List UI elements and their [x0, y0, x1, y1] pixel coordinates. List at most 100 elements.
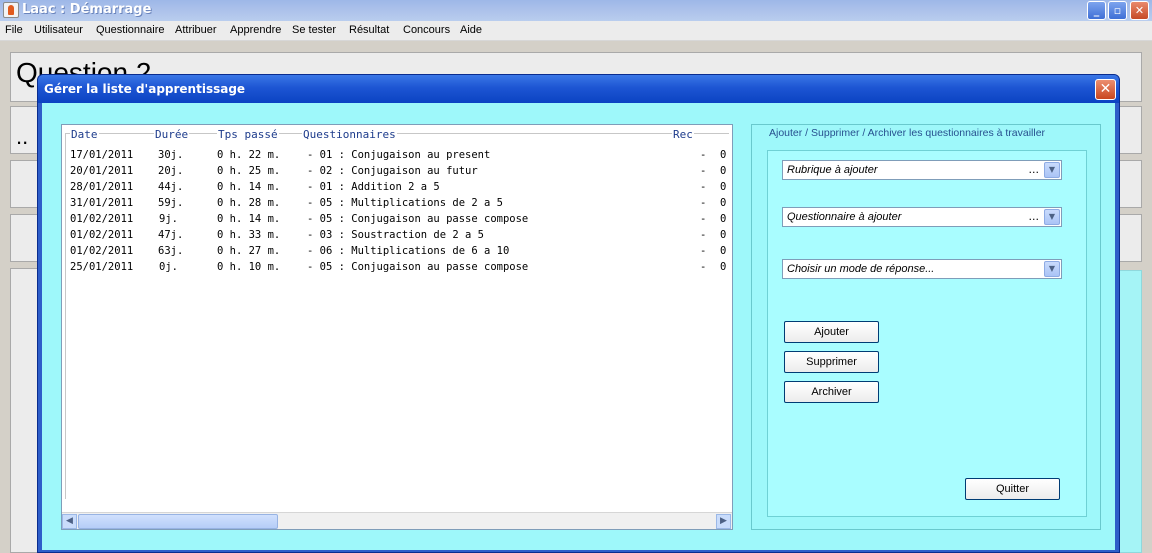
list-item[interactable]: 28/01/2011 44j. 0 h. 14 m. - 01 : Addition …	[62, 179, 732, 195]
list-item[interactable]: 17/01/2011 30j. 0 h. 22 m. - 01 : Conjugais…	[62, 147, 732, 163]
dialog-title: Gérer la liste d'apprentissage	[44, 82, 246, 96]
menu-utilisateur[interactable]: Utilisateur	[34, 24, 83, 36]
cell-rec-dash: -	[700, 229, 707, 241]
questionnaire-select-value: Questionnaire à ajouter	[787, 211, 902, 223]
java-app-icon	[3, 2, 19, 18]
list-item[interactable]: 31/01/2011 59j. 0 h. 28 m. - 05 : Multiplic…	[62, 195, 732, 211]
menu-attribuer[interactable]: Attribuer	[175, 24, 217, 36]
manage-learning-list-dialog: Gérer la liste d'apprentissage ✕ Date Du…	[37, 74, 1120, 553]
cell-rec-dash: -	[700, 197, 707, 209]
cell-tps-passe: 0 h. 25 m.	[217, 165, 281, 177]
mode-reponse-select-value: Choisir un mode de réponse...	[787, 263, 935, 275]
cell-questionnaire: - 01 : Addition 2 a 5	[307, 181, 440, 193]
scroll-left-arrow-icon[interactable]: ◀	[62, 514, 77, 529]
panel-legend: Ajouter / Supprimer / Archiver les quest…	[767, 127, 1048, 139]
list-item[interactable]: 01/02/2011 47j. 0 h. 33 m. - 03 : Soustract…	[62, 227, 732, 243]
questionnaire-select[interactable]: Questionnaire à ajouter ... ▼	[782, 207, 1062, 227]
list-item[interactable]: 01/02/2011 63j. 0 h. 27 m. - 06 : Multiplic…	[62, 243, 732, 259]
menu-resultat[interactable]: Résultat	[349, 24, 389, 36]
menu-apprendre[interactable]: Apprendre	[230, 24, 281, 36]
add-remove-archive-panel: Ajouter / Supprimer / Archiver les quest…	[751, 124, 1101, 530]
chevron-down-icon[interactable]: ▼	[1044, 162, 1060, 178]
cell-tps-passe: 0 h. 28 m.	[217, 197, 281, 209]
cell-date: 28/01/2011	[70, 181, 134, 193]
cell-date: 17/01/2011	[70, 149, 134, 161]
cell-questionnaire: - 05 : Conjugaison au passe compose	[307, 261, 529, 273]
panel-inner: Rubrique à ajouter ... ▼ Questionnaire à…	[767, 150, 1087, 517]
menu-concours[interactable]: Concours	[403, 24, 450, 36]
cell-rec: 0	[720, 165, 727, 177]
list-item[interactable]: 01/02/2011 9j. 0 h. 14 m. - 05 : Conjugaiso…	[62, 211, 732, 227]
dialog-close-button[interactable]: ✕	[1095, 79, 1116, 100]
menu-file[interactable]: File	[5, 24, 23, 36]
app-title: Laac : Démarrage	[22, 2, 152, 17]
cell-duree: 63j.	[158, 245, 184, 257]
mode-reponse-select[interactable]: Choisir un mode de réponse... ▼	[782, 259, 1062, 279]
minimize-button[interactable]: _	[1087, 1, 1106, 20]
col-header-rec: Rec	[672, 128, 694, 141]
dialog-body: Date Durée Tps passé Questionnaires Rec …	[42, 103, 1115, 550]
cell-tps-passe: 0 h. 22 m.	[217, 149, 281, 161]
questionnaire-ellipsis: ...	[1028, 210, 1040, 223]
maximize-button[interactable]: ▫	[1108, 1, 1127, 20]
cell-tps-passe: 0 h. 33 m.	[217, 229, 281, 241]
cell-date: 20/01/2011	[70, 165, 134, 177]
supprimer-button[interactable]: Supprimer	[784, 351, 879, 373]
scroll-thumb[interactable]	[78, 514, 278, 529]
cell-date: 25/01/2011	[70, 261, 134, 273]
cell-tps-passe: 0 h. 14 m.	[217, 181, 281, 193]
background-dots: ..	[16, 124, 29, 149]
cell-rec: 0	[720, 213, 727, 225]
cell-duree: 59j.	[158, 197, 184, 209]
menu-aide[interactable]: Aide	[460, 24, 482, 36]
menu-questionnaire[interactable]: Questionnaire	[96, 24, 165, 36]
cell-rec: 0	[720, 197, 727, 209]
scroll-right-arrow-icon[interactable]: ▶	[716, 514, 731, 529]
cell-rec-dash: -	[700, 245, 707, 257]
cell-questionnaire: - 03 : Soustraction de 2 a 5	[307, 229, 485, 241]
cell-rec: 0	[720, 149, 727, 161]
rubrique-ellipsis: ...	[1028, 163, 1040, 176]
cell-duree: 30j.	[158, 149, 184, 161]
cell-rec: 0	[720, 181, 727, 193]
archiver-button[interactable]: Archiver	[784, 381, 879, 403]
cell-tps-passe: 0 h. 27 m.	[217, 245, 281, 257]
cell-questionnaire: - 06 : Multiplications de 6 a 10	[307, 245, 510, 257]
ajouter-button[interactable]: Ajouter	[784, 321, 879, 343]
cell-rec-dash: -	[700, 165, 707, 177]
col-header-tps-passe: Tps passé	[217, 128, 279, 141]
cell-date: 01/02/2011	[70, 229, 134, 241]
cell-rec: 0	[720, 245, 727, 257]
cell-rec-dash: -	[700, 149, 707, 161]
cell-date: 31/01/2011	[70, 197, 134, 209]
chevron-down-icon[interactable]: ▼	[1044, 209, 1060, 225]
menubar: File Utilisateur Questionnaire Attribuer…	[0, 21, 1152, 41]
cell-tps-passe: 0 h. 10 m.	[217, 261, 281, 273]
cell-questionnaire: - 05 : Conjugaison au passe compose	[307, 213, 529, 225]
cell-duree: 44j.	[158, 181, 184, 193]
cell-rec-dash: -	[700, 261, 707, 273]
horizontal-scrollbar[interactable]: ◀ ▶	[62, 512, 732, 529]
menu-se-tester[interactable]: Se tester	[292, 24, 336, 36]
col-header-date: Date	[70, 128, 99, 141]
cell-date: 01/02/2011	[70, 213, 134, 225]
dialog-titlebar[interactable]: Gérer la liste d'apprentissage ✕	[38, 75, 1119, 103]
cell-duree: 20j.	[158, 165, 184, 177]
close-button[interactable]: ✕	[1130, 1, 1149, 20]
list-item[interactable]: 20/01/2011 20j. 0 h. 25 m. - 02 : Conjugais…	[62, 163, 732, 179]
cell-duree: 9j.	[159, 213, 178, 225]
learning-list[interactable]: Date Durée Tps passé Questionnaires Rec …	[61, 124, 733, 530]
quitter-button[interactable]: Quitter	[965, 478, 1060, 500]
list-item[interactable]: 25/01/2011 0j. 0 h. 10 m. - 05 : Conjugaiso…	[62, 259, 732, 275]
cell-questionnaire: - 05 : Multiplications de 2 a 5	[307, 197, 503, 209]
cell-rec: 0	[720, 261, 727, 273]
rubrique-select[interactable]: Rubrique à ajouter ... ▼	[782, 160, 1062, 180]
cell-questionnaire: - 01 : Conjugaison au present	[307, 149, 491, 161]
rubrique-select-value: Rubrique à ajouter	[787, 164, 878, 176]
chevron-down-icon[interactable]: ▼	[1044, 261, 1060, 277]
col-header-questionnaires: Questionnaires	[302, 128, 397, 141]
cell-date: 01/02/2011	[70, 245, 134, 257]
cell-rec: 0	[720, 229, 727, 241]
cell-rec-dash: -	[700, 181, 707, 193]
cell-duree: 47j.	[158, 229, 184, 241]
